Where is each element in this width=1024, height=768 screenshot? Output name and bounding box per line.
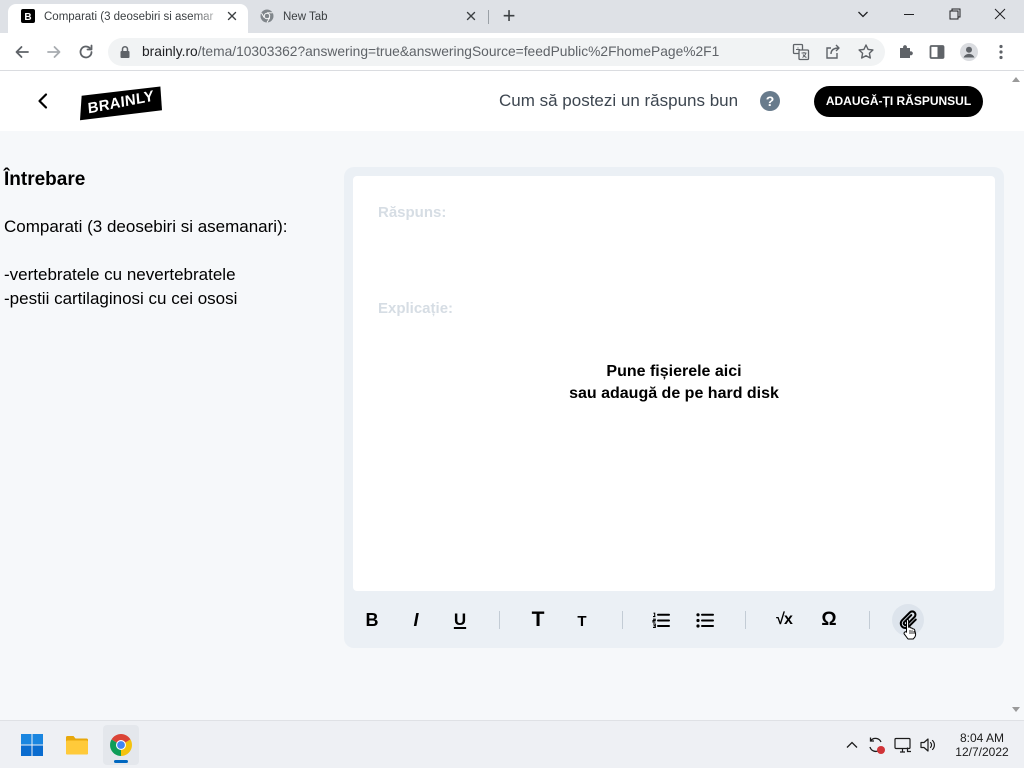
question-body: Comparati (3 deosebiri si asemanari): -v… (4, 215, 287, 311)
file-dropzone[interactable]: Pune fișierele aici sau adaugă de pe har… (353, 361, 995, 405)
answer-editor-input[interactable]: Răspuns: Explicație: Pune fișierele aici… (353, 176, 995, 591)
volume-icon[interactable] (918, 735, 938, 755)
url-host: brainly.ro (142, 44, 198, 59)
address-bar[interactable]: brainly.ro/tema/10303362?answering=true&… (108, 38, 885, 66)
extensions-puzzle-icon[interactable] (896, 42, 916, 62)
lock-icon[interactable] (119, 45, 131, 59)
answer-placeholder: Răspuns: (378, 204, 447, 221)
share-icon[interactable] (824, 43, 842, 61)
bold-icon[interactable]: B (356, 604, 388, 636)
windows-taskbar: 8:04 AM 12/7/2022 (0, 720, 1024, 768)
toolbar-separator (499, 611, 500, 629)
question-line: -pestii cartilaginosi cu cei ososi (4, 289, 238, 308)
windows-start-icon[interactable] (21, 734, 43, 756)
tab-close-icon[interactable] (463, 8, 479, 24)
close-icon[interactable] (990, 4, 1010, 24)
answer-editor: Răspuns: Explicație: Pune fișierele aici… (344, 167, 1004, 648)
back-arrow-icon[interactable] (12, 42, 32, 62)
ordered-list-button[interactable] (645, 604, 677, 636)
help-question-icon[interactable]: ? (760, 91, 780, 111)
page-header: BRAINLY Cum să postezi un răspuns bun ? … (0, 71, 1024, 131)
question-line: Comparati (3 deosebiri si asemanari): (4, 217, 288, 236)
toolbar-separator (622, 611, 623, 629)
show-hidden-icons-chevron[interactable] (844, 737, 860, 753)
underline-icon[interactable]: U (444, 604, 476, 636)
explanation-placeholder: Explicație: (378, 300, 454, 317)
new-tab-button[interactable]: + (497, 4, 521, 28)
mouse-pointer-cursor (903, 618, 917, 640)
restore-icon[interactable] (945, 4, 965, 24)
question-line: -vertebratele cu nevertebratele (4, 265, 236, 284)
network-monitor-icon[interactable] (893, 735, 913, 755)
chrome-icon[interactable] (110, 734, 132, 756)
side-panel-icon[interactable] (927, 42, 947, 62)
tab-separator (488, 10, 489, 24)
file-explorer-icon[interactable] (65, 734, 89, 756)
how-to-answer-link[interactable]: Cum să postezi un răspuns bun (499, 91, 738, 111)
clock-time: 8:04 AM (959, 731, 1005, 745)
unordered-list-icon (696, 613, 714, 628)
logo-text: BRAINLY (87, 87, 155, 118)
ordered-list-icon (652, 612, 670, 628)
scrollbar-down-arrow[interactable] (1012, 707, 1020, 712)
translate-icon[interactable] (792, 43, 810, 61)
toolbar-separator (745, 611, 746, 629)
tab-new-tab[interactable]: New Tab (250, 4, 488, 33)
forward-arrow-icon[interactable] (44, 42, 64, 62)
tab-search-icon[interactable] (853, 4, 873, 24)
subheading-icon[interactable]: T (566, 604, 598, 636)
brainly-logo[interactable]: BRAINLY (80, 86, 162, 121)
clock-date: 12/7/2022 (955, 745, 1009, 759)
menu-kebab-icon[interactable] (991, 42, 1011, 62)
toolbar-separator (869, 611, 870, 629)
chevron-left-icon[interactable] (33, 91, 53, 111)
system-clock[interactable]: 8:04 AM 12/7/2022 (945, 731, 1019, 759)
profile-icon[interactable] (959, 42, 979, 62)
special-symbol-icon[interactable]: Ω (813, 604, 845, 636)
brainly-favicon-icon: B (21, 9, 35, 23)
reload-icon[interactable] (76, 42, 96, 62)
address-url[interactable]: brainly.ro/tema/10303362?answering=true&… (142, 38, 719, 66)
tab-title: Comparati (3 deosebiri si asemar (44, 11, 214, 23)
tab-active-brainly[interactable]: B Comparati (3 deosebiri si asemar (8, 4, 248, 33)
dropzone-line1: Pune fișierele aici (606, 363, 742, 380)
minimize-icon[interactable] (899, 4, 919, 24)
math-formula-icon[interactable]: √x (768, 604, 800, 636)
brainly-page: BRAINLY Cum să postezi un răspuns bun ? … (0, 71, 1024, 720)
scrollbar-up-arrow[interactable] (1012, 77, 1020, 82)
tab-close-icon[interactable] (224, 8, 240, 24)
url-path: /tema/10303362?answering=true&answeringS… (197, 44, 720, 59)
heading-icon[interactable]: T (522, 604, 554, 636)
browser-toolbar: brainly.ro/tema/10303362?answering=true&… (0, 33, 1024, 71)
browser-tab-strip: B Comparati (3 deosebiri si asemar New T… (0, 0, 1024, 33)
tab-title: New Tab (283, 11, 328, 23)
italic-icon[interactable]: I (400, 604, 432, 636)
sync-alert-icon[interactable] (866, 735, 886, 755)
active-app-indicator (114, 760, 128, 763)
add-answer-button[interactable]: ADAUGĂ-ȚI RĂSPUNSUL (814, 86, 983, 117)
bookmark-star-icon[interactable] (857, 43, 875, 61)
dropzone-line2: sau adaugă de pe hard disk (569, 385, 779, 402)
page-content: Întrebare Comparati (3 deosebiri si asem… (0, 131, 1024, 720)
chrome-gray-icon (260, 9, 274, 23)
svg-text:B: B (24, 12, 31, 23)
unordered-list-button[interactable] (689, 604, 721, 636)
question-heading: Întrebare (4, 169, 86, 190)
